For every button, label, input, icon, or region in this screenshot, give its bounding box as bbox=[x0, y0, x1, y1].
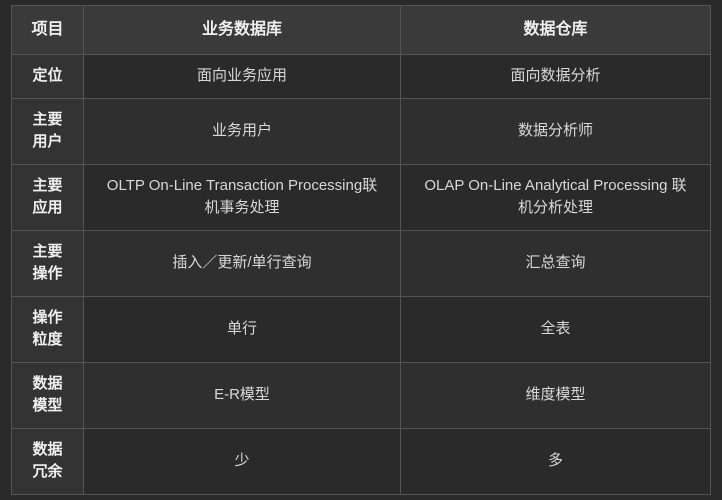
row-header-cell: 主要 用户 bbox=[12, 98, 84, 164]
oltp-cell: OLTP On-Line Transaction Processing联机事务处… bbox=[84, 164, 401, 230]
header-item: 项目 bbox=[12, 6, 84, 55]
table-row: 数据 模型E-R模型维度模型 bbox=[12, 362, 711, 428]
olap-cell: 全表 bbox=[401, 296, 711, 362]
oltp-cell: 面向业务应用 bbox=[84, 55, 401, 99]
header-oltp: 业务数据库 bbox=[84, 6, 401, 55]
oltp-cell: E-R模型 bbox=[84, 362, 401, 428]
oltp-cell: 业务用户 bbox=[84, 98, 401, 164]
row-header-cell: 主要 操作 bbox=[12, 230, 84, 296]
row-header-cell: 数据 冗余 bbox=[12, 428, 84, 494]
row-header-cell: 定位 bbox=[12, 55, 84, 99]
oltp-cell: 插入／更新/单行查询 bbox=[84, 230, 401, 296]
table-row: 定位面向业务应用面向数据分析 bbox=[12, 55, 711, 99]
olap-cell: 维度模型 bbox=[401, 362, 711, 428]
table-row: 数据 冗余少多 bbox=[12, 428, 711, 494]
row-header-cell: 数据 模型 bbox=[12, 362, 84, 428]
table-row: 操作 粒度单行全表 bbox=[12, 296, 711, 362]
row-header-cell: 主要 应用 bbox=[12, 164, 84, 230]
table-row: 主要 操作插入／更新/单行查询汇总查询 bbox=[12, 230, 711, 296]
olap-cell: OLAP On-Line Analytical Processing 联机分析处… bbox=[401, 164, 711, 230]
olap-cell: 面向数据分析 bbox=[401, 55, 711, 99]
row-header-cell: 操作 粒度 bbox=[12, 296, 84, 362]
table-header-row: 项目 业务数据库 数据仓库 bbox=[12, 6, 711, 55]
table-row: 主要 应用OLTP On-Line Transaction Processing… bbox=[12, 164, 711, 230]
olap-cell: 汇总查询 bbox=[401, 230, 711, 296]
table-row: 主要 用户业务用户数据分析师 bbox=[12, 98, 711, 164]
olap-cell: 数据分析师 bbox=[401, 98, 711, 164]
olap-cell: 多 bbox=[401, 428, 711, 494]
oltp-cell: 单行 bbox=[84, 296, 401, 362]
oltp-cell: 少 bbox=[84, 428, 401, 494]
comparison-table: 项目 业务数据库 数据仓库 定位面向业务应用面向数据分析主要 用户业务用户数据分… bbox=[11, 5, 711, 495]
header-olap: 数据仓库 bbox=[401, 6, 711, 55]
